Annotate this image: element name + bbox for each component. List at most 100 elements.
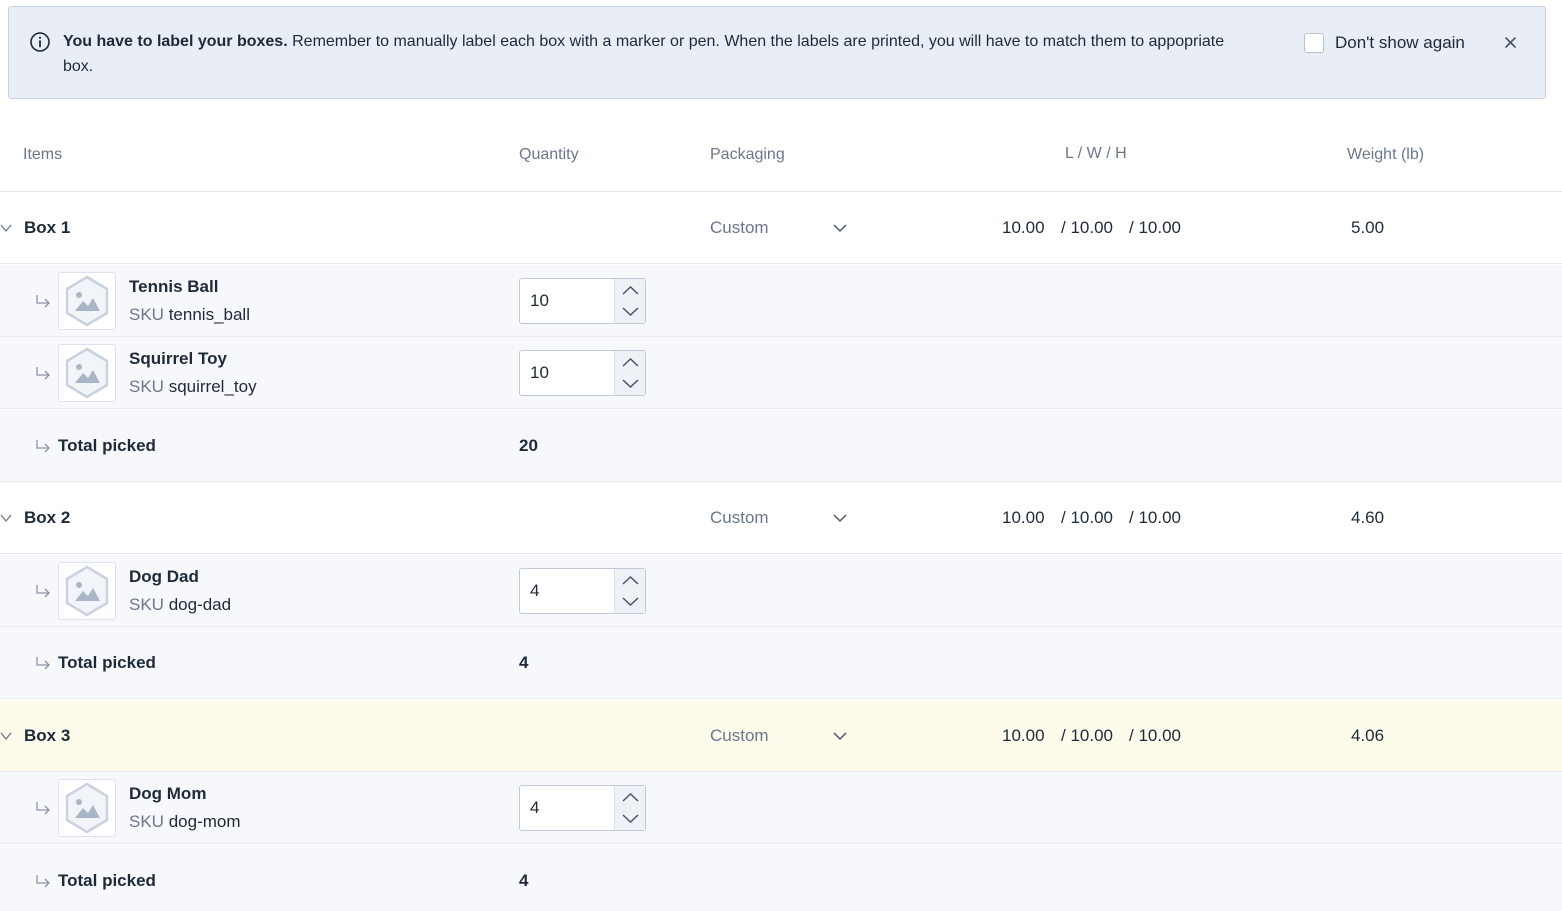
item-row: Dog Mom SKU dog-mom: [0, 772, 1562, 844]
weight-value[interactable]: 4.60: [1351, 508, 1384, 528]
box-row: Box 1 Custom 10.00 / 10.00 / 10.00 5.00: [0, 192, 1562, 264]
total-row: Total picked 4: [0, 845, 1562, 911]
chevron-down-icon[interactable]: [615, 373, 646, 395]
item-name: Tennis Ball: [129, 277, 219, 296]
chevron-up-icon[interactable]: [615, 351, 646, 373]
chevron-down-icon: [833, 732, 847, 741]
item-sku: SKU squirrel_toy: [129, 377, 257, 397]
weight-value[interactable]: 4.06: [1351, 726, 1384, 746]
chevron-up-icon[interactable]: [615, 279, 646, 301]
column-weight: Weight (lb): [1347, 146, 1425, 163]
quantity-input[interactable]: [520, 351, 614, 395]
box-row: Box 2 Custom 10.00 / 10.00 / 10.00 4.60: [0, 482, 1562, 554]
total-picked-value: 4: [519, 653, 529, 672]
packaging-value: Custom: [710, 726, 769, 745]
column-packaging: Packaging: [710, 146, 785, 163]
packaging-select[interactable]: Custom: [710, 500, 855, 536]
height-value[interactable]: / 10.00: [1129, 508, 1181, 528]
product-image-placeholder-icon: [58, 272, 116, 330]
box-name: Box 1: [24, 218, 71, 237]
weight-value[interactable]: 5.00: [1351, 218, 1384, 238]
label-boxes-alert: You have to label your boxes. Remember t…: [8, 6, 1546, 99]
column-quantity: Quantity: [519, 146, 579, 163]
subitem-arrow-icon: [36, 657, 50, 670]
sku-label: SKU: [129, 812, 164, 831]
width-value[interactable]: / 10.00: [1061, 726, 1113, 746]
subitem-arrow-icon: [36, 440, 50, 453]
packaging-select[interactable]: Custom: [710, 210, 855, 246]
chevron-down-icon[interactable]: [0, 511, 14, 525]
chevron-down-icon[interactable]: [615, 301, 646, 323]
stepper-buttons: [614, 279, 645, 323]
subitem-arrow-icon: [36, 802, 50, 815]
chevron-down-icon: [833, 224, 847, 233]
sku-label: SKU: [129, 305, 164, 324]
chevron-down-icon[interactable]: [615, 591, 646, 613]
total-picked-value: 4: [519, 871, 529, 890]
product-image-placeholder-icon: [58, 779, 116, 837]
total-row: Total picked 4: [0, 627, 1562, 699]
quantity-input[interactable]: [520, 569, 614, 613]
info-icon: [30, 32, 50, 52]
item-name: Squirrel Toy: [129, 349, 227, 368]
chevron-down-icon[interactable]: [615, 808, 646, 830]
alert-title: You have to label your boxes.: [63, 33, 288, 50]
quantity-input[interactable]: [520, 279, 614, 323]
product-image-placeholder-icon: [58, 344, 116, 402]
length-value[interactable]: 10.00: [1002, 218, 1045, 238]
subitem-arrow-icon: [36, 295, 50, 308]
packaging-select[interactable]: Custom: [710, 718, 855, 754]
width-value[interactable]: / 10.00: [1061, 508, 1113, 528]
quantity-input[interactable]: [520, 786, 614, 830]
total-picked-label: Total picked: [58, 436, 156, 455]
box-name: Box 3: [24, 726, 71, 745]
chevron-down-icon[interactable]: [0, 729, 14, 743]
stepper-buttons: [614, 569, 645, 613]
sku-value: tennis_ball: [168, 305, 250, 324]
stepper-buttons: [614, 351, 645, 395]
alert-message: You have to label your boxes. Remember t…: [63, 29, 1233, 79]
packaging-value: Custom: [710, 508, 769, 527]
chevron-down-icon[interactable]: [0, 221, 14, 235]
item-row: Squirrel Toy SKU squirrel_toy: [0, 337, 1562, 409]
width-value[interactable]: / 10.00: [1061, 218, 1113, 238]
subitem-arrow-icon: [36, 367, 50, 380]
box-row: Box 3 Custom 10.00 / 10.00 / 10.00 4.06: [0, 700, 1562, 772]
dont-show-again-label[interactable]: Don't show again: [1335, 33, 1465, 53]
dont-show-again-toggle[interactable]: Don't show again: [1304, 33, 1465, 53]
close-icon[interactable]: [1501, 33, 1521, 53]
sku-label: SKU: [129, 595, 164, 614]
quantity-stepper[interactable]: [519, 278, 646, 324]
total-row: Total picked 20: [0, 410, 1562, 482]
packaging-value: Custom: [710, 218, 769, 237]
height-value[interactable]: / 10.00: [1129, 726, 1181, 746]
total-picked-label: Total picked: [58, 871, 156, 890]
column-dimensions: L / W / H: [1065, 145, 1127, 162]
chevron-up-icon[interactable]: [615, 569, 646, 591]
quantity-stepper[interactable]: [519, 568, 646, 614]
item-sku: SKU tennis_ball: [129, 305, 250, 325]
product-image-placeholder-icon: [58, 562, 116, 620]
total-picked-label: Total picked: [58, 653, 156, 672]
item-name: Dog Dad: [129, 567, 199, 586]
sku-value: squirrel_toy: [168, 377, 257, 396]
stepper-buttons: [614, 786, 645, 830]
quantity-stepper[interactable]: [519, 350, 646, 396]
dont-show-again-checkbox[interactable]: [1304, 33, 1324, 53]
length-value[interactable]: 10.00: [1002, 726, 1045, 746]
chevron-up-icon[interactable]: [615, 786, 646, 808]
item-sku: SKU dog-dad: [129, 595, 231, 615]
sku-value: dog-dad: [168, 595, 232, 614]
chevron-down-icon: [833, 514, 847, 523]
table-header: Items Quantity Packaging L / W / H Weigh…: [0, 120, 1562, 192]
item-sku: SKU dog-mom: [129, 812, 241, 832]
subitem-arrow-icon: [36, 875, 50, 888]
box-name: Box 2: [24, 508, 71, 527]
column-items: Items: [23, 146, 63, 163]
quantity-stepper[interactable]: [519, 785, 646, 831]
length-value[interactable]: 10.00: [1002, 508, 1045, 528]
subitem-arrow-icon: [36, 585, 50, 598]
item-row: Dog Dad SKU dog-dad: [0, 555, 1562, 627]
item-row: Tennis Ball SKU tennis_ball: [0, 265, 1562, 337]
height-value[interactable]: / 10.00: [1129, 218, 1181, 238]
